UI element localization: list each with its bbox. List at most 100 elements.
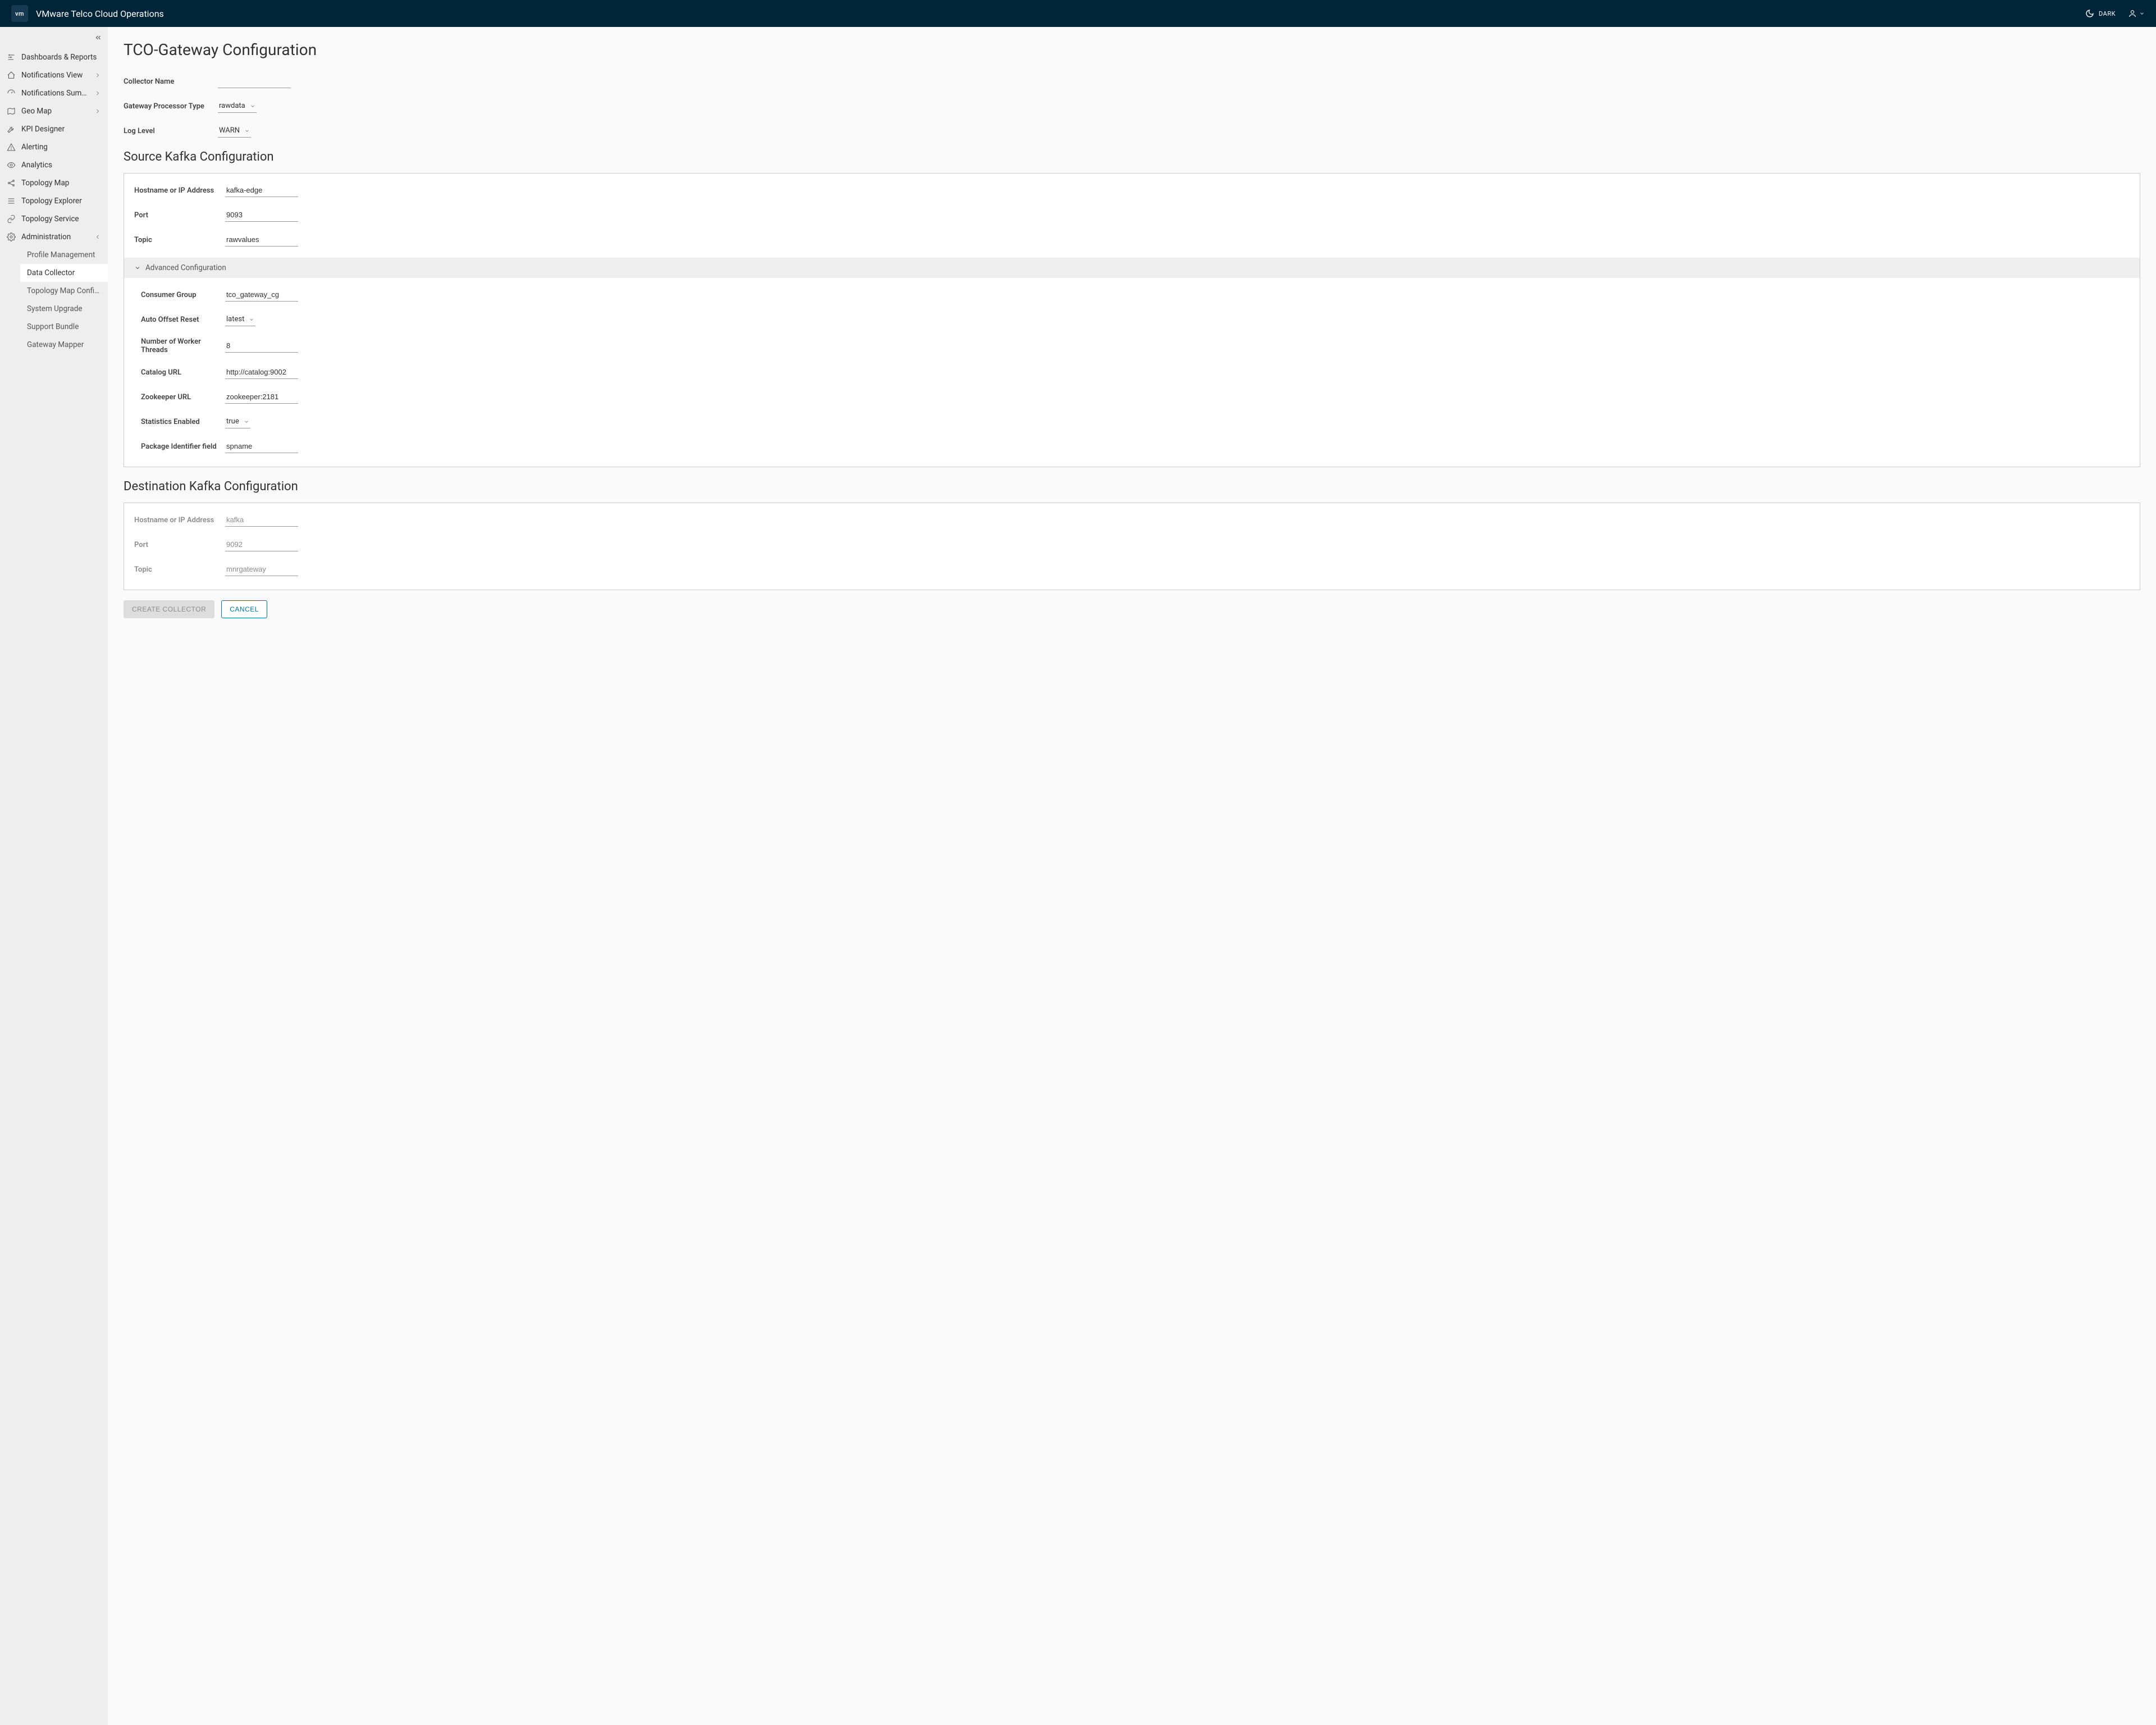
dst-topic-input[interactable] xyxy=(225,563,298,576)
wrench-icon xyxy=(7,125,16,134)
label-dst-topic: Topic xyxy=(134,565,225,574)
label-dst-hostname: Hostname or IP Address xyxy=(134,516,225,524)
cancel-button[interactable]: CANCEL xyxy=(221,600,267,618)
sidebar-item-label: Topology Map xyxy=(21,179,101,188)
advanced-config-body: Consumer Group Auto Offset Reset latest … xyxy=(134,288,2130,453)
dark-label: DARK xyxy=(2099,10,2116,17)
admin-submenu: Profile Management Data Collector Topolo… xyxy=(0,246,108,354)
sidebar-item-label: Administration xyxy=(21,232,89,241)
src-topic-input[interactable] xyxy=(225,233,298,247)
main-content: TCO-Gateway Configuration Collector Name… xyxy=(108,27,2156,1725)
sidebar-collapse-button[interactable] xyxy=(0,31,108,48)
page-title: TCO-Gateway Configuration xyxy=(124,40,2140,59)
chevron-right-icon xyxy=(94,108,101,115)
sub-data-collector[interactable]: Data Collector xyxy=(20,264,108,282)
sidebar-item-topology-map[interactable]: Topology Map xyxy=(0,174,108,192)
gateway-processor-type-select[interactable]: rawdata xyxy=(218,99,257,113)
sidebar-item-label: KPI Designer xyxy=(21,125,101,134)
select-value: rawdata xyxy=(219,102,245,110)
chevron-right-icon xyxy=(94,72,101,79)
sidebar-item-label: Alerting xyxy=(21,143,101,152)
form-actions: CREATE COLLECTOR CANCEL xyxy=(124,600,2140,618)
sidebar-item-label: Notifications View xyxy=(21,71,89,80)
sub-gateway-mapper[interactable]: Gateway Mapper xyxy=(20,336,108,354)
sidebar-item-label: Notifications Summ… xyxy=(21,89,89,98)
sidebar-item-alerting[interactable]: Alerting xyxy=(0,138,108,156)
src-port-input[interactable] xyxy=(225,208,298,222)
sidebar-item-label: Analytics xyxy=(21,161,101,170)
sub-profile-management[interactable]: Profile Management xyxy=(20,246,108,264)
select-value: WARN xyxy=(219,126,240,135)
chevron-down-icon xyxy=(134,264,141,271)
dark-mode-toggle[interactable]: DARK xyxy=(2085,9,2116,18)
label-dst-port: Port xyxy=(134,541,225,549)
label-stats-enabled: Statistics Enabled xyxy=(141,418,225,426)
create-collector-button: CREATE COLLECTOR xyxy=(124,600,214,618)
link-icon xyxy=(7,215,16,223)
eye-icon xyxy=(7,161,16,170)
sidebar-item-topology-service[interactable]: Topology Service xyxy=(0,210,108,228)
home-icon xyxy=(7,71,16,80)
alert-icon xyxy=(7,143,16,152)
sidebar-item-label: Geo Map xyxy=(21,107,89,116)
chevron-down-icon xyxy=(94,234,101,240)
stats-enabled-select[interactable]: true xyxy=(225,415,250,428)
sidebar-item-kpi-designer[interactable]: KPI Designer xyxy=(0,120,108,138)
caret-down-icon xyxy=(244,419,249,425)
label-src-port: Port xyxy=(134,211,225,220)
double-chevron-left-icon xyxy=(94,34,102,42)
topbar-right: DARK xyxy=(2085,9,2145,18)
gear-icon xyxy=(7,232,16,241)
label-zookeeper-url: Zookeeper URL xyxy=(141,393,225,401)
sidebar-item-notifications-summary[interactable]: Notifications Summ… xyxy=(0,84,108,102)
sidebar-item-topology-explorer[interactable]: Topology Explorer xyxy=(0,192,108,210)
sub-topology-map-config[interactable]: Topology Map Configurat… xyxy=(20,282,108,300)
dest-kafka-heading: Destination Kafka Configuration xyxy=(124,480,2140,494)
sidebar-item-dashboards[interactable]: Dashboards & Reports xyxy=(0,48,108,66)
chevron-down-icon xyxy=(2139,11,2145,16)
log-level-select[interactable]: WARN xyxy=(218,124,251,138)
advanced-config-toggle[interactable]: Advanced Configuration xyxy=(124,258,2140,278)
worker-threads-input[interactable] xyxy=(225,339,298,353)
user-menu[interactable] xyxy=(2128,9,2145,18)
caret-down-icon xyxy=(249,317,254,322)
label-src-topic: Topic xyxy=(134,236,225,244)
catalog-url-input[interactable] xyxy=(225,366,298,379)
sidebar: Dashboards & Reports Notifications View … xyxy=(0,27,108,1725)
dst-port-input[interactable] xyxy=(225,538,298,551)
consumer-group-input[interactable] xyxy=(225,288,298,302)
share-icon xyxy=(7,179,16,188)
zookeeper-url-input[interactable] xyxy=(225,390,298,404)
sidebar-item-geo-map[interactable]: Geo Map xyxy=(0,102,108,120)
sidebar-item-label: Topology Service xyxy=(21,215,101,223)
moon-icon xyxy=(2085,9,2094,18)
sub-system-upgrade[interactable]: System Upgrade xyxy=(20,300,108,318)
caret-down-icon xyxy=(244,128,250,134)
sidebar-item-notifications-view[interactable]: Notifications View xyxy=(0,66,108,84)
collector-name-input[interactable] xyxy=(218,75,291,88)
select-value: true xyxy=(226,417,239,426)
list-icon xyxy=(7,197,16,206)
sidebar-item-analytics[interactable]: Analytics xyxy=(0,156,108,174)
vmware-logo: vm xyxy=(11,5,28,22)
label-log-level: Log Level xyxy=(124,127,218,135)
dst-hostname-input[interactable] xyxy=(225,513,298,527)
label-pkg-id-field: Package Identifier field xyxy=(141,442,225,451)
src-hostname-input[interactable] xyxy=(225,184,298,197)
sidebar-item-administration[interactable]: Administration xyxy=(0,228,108,246)
user-icon xyxy=(2128,9,2137,18)
source-kafka-panel: Hostname or IP Address Port Topic Advanc… xyxy=(124,173,2140,467)
caret-down-icon xyxy=(250,103,255,109)
pkg-id-field-input[interactable] xyxy=(225,440,298,453)
source-kafka-heading: Source Kafka Configuration xyxy=(124,150,2140,164)
auto-offset-select[interactable]: latest xyxy=(225,313,255,326)
label-src-hostname: Hostname or IP Address xyxy=(134,186,225,195)
topbar-left: vm VMware Telco Cloud Operations xyxy=(11,5,164,22)
label-catalog-url: Catalog URL xyxy=(141,368,225,377)
select-value: latest xyxy=(226,315,244,323)
label-auto-offset: Auto Offset Reset xyxy=(141,316,225,324)
dest-kafka-panel: Hostname or IP Address Port Topic xyxy=(124,503,2140,590)
sidebar-item-label: Dashboards & Reports xyxy=(21,53,101,62)
sub-support-bundle[interactable]: Support Bundle xyxy=(20,318,108,336)
chevron-right-icon xyxy=(94,90,101,97)
